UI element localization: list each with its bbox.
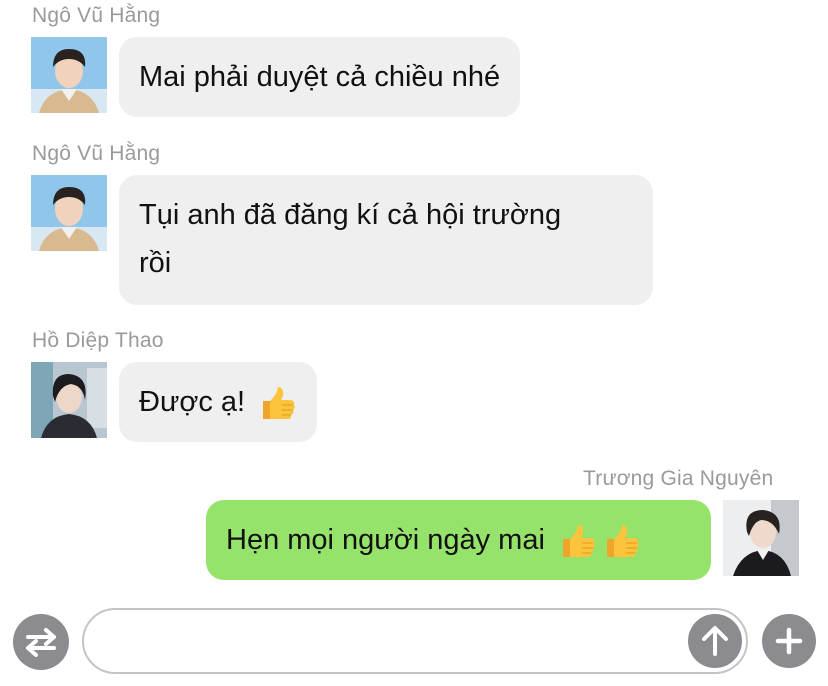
add-button[interactable] [762, 614, 816, 668]
message-text: Hẹn mọi người ngày mai [226, 524, 545, 556]
swap-button[interactable] [13, 614, 69, 670]
avatar[interactable] [31, 175, 107, 251]
avatar[interactable] [31, 362, 107, 438]
composer-bar [0, 600, 828, 686]
sender-name: Hồ Diệp Thao [32, 329, 164, 352]
plus-icon [775, 627, 803, 655]
avatar[interactable] [31, 37, 107, 113]
message-bubble: Mai phải duyệt cả chiều nhé [119, 37, 521, 117]
thumbs-up-icon [601, 521, 641, 561]
thumbs-up-icon [557, 521, 597, 561]
message-text-line: Tụi anh đã đăng kí cả hội trường [139, 199, 562, 231]
thumbs-up-icon [257, 383, 297, 423]
message-bubble: Được ạ! [119, 362, 318, 442]
swap-arrows-icon [26, 628, 56, 657]
message-text: Được ạ! [139, 386, 246, 418]
message-bubble: Tụi anh đã đăng kí cả hội trường rồi [119, 175, 653, 305]
message-text-line: rồi [139, 247, 172, 279]
message-text: Mai phải duyệt cả chiều nhé [139, 61, 501, 93]
sender-name: Ngô Vũ Hằng [32, 4, 161, 27]
message-bubble-outgoing: Hẹn mọi người ngày mai [206, 500, 711, 580]
message-input[interactable] [82, 608, 748, 674]
sender-name: Ngô Vũ Hằng [32, 142, 161, 165]
avatar[interactable] [723, 500, 799, 576]
sender-name: Trương Gia Nguyên [583, 467, 774, 490]
arrow-up-icon [702, 626, 728, 656]
send-button[interactable] [688, 614, 742, 668]
